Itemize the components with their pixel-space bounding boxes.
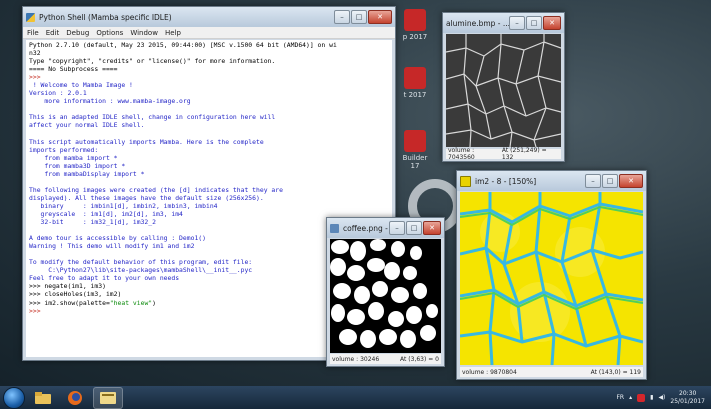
grain-image xyxy=(446,34,561,147)
volume-icon[interactable]: ◀) xyxy=(658,394,665,401)
menu-bar: File Edit Debug Options Window Help xyxy=(23,27,395,39)
shell-line: imports performed: xyxy=(29,145,99,154)
im2-image[interactable] xyxy=(460,192,643,365)
tray-expand-icon[interactable]: ▴ xyxy=(629,394,632,401)
alumine-image[interactable] xyxy=(446,34,561,147)
shell-line: from mamba import * xyxy=(29,153,118,162)
menu-window[interactable]: Window xyxy=(130,29,158,37)
acrobat-icon xyxy=(404,67,426,89)
shell-line: from mamba3D import * xyxy=(29,161,126,170)
beans-image xyxy=(330,239,441,353)
desktop-icon-label: p 2017 xyxy=(402,33,428,41)
coffee-image[interactable] xyxy=(330,239,441,353)
image-icon xyxy=(330,223,339,233)
firefox-icon xyxy=(68,390,82,405)
shell-line: more information : www.mamba-image.org xyxy=(29,97,191,106)
shell-line: >>> xyxy=(29,73,45,82)
coffee-titlebar[interactable]: coffee.png - 1... – □ ✕ xyxy=(327,218,444,238)
menu-debug[interactable]: Debug xyxy=(66,29,89,37)
desktop-icon[interactable]: p 2017 xyxy=(392,9,438,41)
desktop-icon-label: Builder xyxy=(402,154,428,162)
menu-options[interactable]: Options xyxy=(96,29,123,37)
coffee-statusbar: volume : 30246 At (3,63) = 0 xyxy=(330,354,441,364)
idle-icon xyxy=(100,391,116,404)
python-icon xyxy=(26,12,35,22)
minimize-button[interactable]: – xyxy=(509,16,525,30)
clock-date: 25/01/2017 xyxy=(670,397,705,405)
shell-line: from mambaDisplay import * xyxy=(29,169,145,178)
window-title: Python Shell (Mamba specific IDLE) xyxy=(39,12,172,22)
shell-line: This is an adapted IDLE shell, change in… xyxy=(29,113,276,122)
builder-icon xyxy=(404,130,426,152)
shell-line: This script automatically imports Mamba.… xyxy=(29,137,264,146)
close-button[interactable]: ✕ xyxy=(543,16,561,30)
status-volume: volume : 30246 xyxy=(332,355,380,363)
window-title: im2 - 8 - [150%] xyxy=(475,176,537,186)
status-volume: volume : 7043560 xyxy=(448,147,475,161)
window-title: coffee.png - 1... xyxy=(343,223,389,233)
taskbar-firefox[interactable] xyxy=(61,388,89,408)
status-volume: volume : 9870804 xyxy=(462,368,517,376)
menu-file[interactable]: File xyxy=(27,29,39,37)
language-indicator[interactable]: FR xyxy=(616,394,624,401)
network-icon[interactable]: ▮ xyxy=(650,394,653,401)
clock[interactable]: 20:30 25/01/2017 xyxy=(670,390,705,405)
status-pixel: At (143,0) = 119 xyxy=(590,368,641,376)
desktop-icon-label: t 2017 xyxy=(403,91,427,99)
menu-edit[interactable]: Edit xyxy=(46,29,60,37)
shell-line: displayed). All these images have the de… xyxy=(29,193,264,202)
shell-line: affect your normal IDLE shell. xyxy=(29,121,145,130)
minimize-button[interactable]: – xyxy=(585,174,601,188)
tray-app-icon[interactable] xyxy=(637,393,646,402)
close-button[interactable]: ✕ xyxy=(368,10,392,24)
folder-icon xyxy=(35,391,51,404)
maximize-button[interactable]: □ xyxy=(526,16,542,30)
shell-line: ! Welcome to Mamba Image ! xyxy=(29,81,133,90)
alumine-image-window[interactable]: alumine.bmp - ... – □ ✕ volume : 7043560 xyxy=(442,12,565,162)
shell-line: Type "copyright", "credits" or "license(… xyxy=(29,57,276,66)
desktop-icon[interactable]: Builder 17 xyxy=(392,130,438,170)
minimize-button[interactable]: – xyxy=(389,221,405,235)
close-button[interactable]: ✕ xyxy=(423,221,441,235)
window-title: alumine.bmp - ... xyxy=(446,18,509,28)
status-pixel: At (3,63) = 0 xyxy=(400,355,439,363)
shell-line: Python 2.7.10 (default, May 23 2015, 09:… xyxy=(29,41,337,49)
menu-help[interactable]: Help xyxy=(165,29,181,37)
clock-time: 20:30 xyxy=(679,390,697,397)
desktop-icon-label: 17 xyxy=(410,162,420,170)
acrobat-icon xyxy=(404,9,426,31)
desktop-icon[interactable]: t 2017 xyxy=(392,67,438,99)
system-tray: FR ▴ ▮ ◀) 20:30 25/01/2017 xyxy=(616,390,711,405)
shell-line: The following images were created (the [… xyxy=(29,185,283,194)
shell-line: ==== No Subprocess ==== xyxy=(29,65,118,74)
maximize-button[interactable]: □ xyxy=(602,174,618,188)
maximize-button[interactable]: □ xyxy=(406,221,422,235)
palette-icon xyxy=(460,175,471,187)
alumine-titlebar[interactable]: alumine.bmp - ... – □ ✕ xyxy=(443,13,564,33)
close-button[interactable]: ✕ xyxy=(619,174,643,188)
maximize-button[interactable]: □ xyxy=(351,10,367,24)
taskbar-idle[interactable] xyxy=(93,386,123,409)
status-pixel: At (251,249) = 132 xyxy=(501,147,547,161)
coffee-image-window[interactable]: coffee.png - 1... – □ ✕ xyxy=(326,217,445,367)
shell-line: Version : 2.0.1 xyxy=(29,89,87,98)
taskbar-explorer[interactable] xyxy=(29,388,57,408)
alumine-statusbar: volume : 7043560 At (251,249) = 132 xyxy=(446,147,561,161)
im2-image-window[interactable]: im2 - 8 - [150%] – □ ✕ volume: 9870804 … xyxy=(456,170,647,380)
idle-titlebar[interactable]: Python Shell (Mamba specific IDLE) – □ ✕ xyxy=(23,7,395,27)
start-button[interactable] xyxy=(3,386,25,409)
minimize-button[interactable]: – xyxy=(334,10,350,24)
string-literal: "heat view" xyxy=(109,298,153,307)
im2-statusbar: volume : 9870804 At (143,0) = 119 xyxy=(460,367,643,377)
taskbar: FR ▴ ▮ ◀) 20:30 25/01/2017 xyxy=(0,386,711,409)
im2-titlebar[interactable]: im2 - 8 - [150%] – □ ✕ xyxy=(457,171,646,191)
shell-line: binary : imbin1[d], imbin2, imbin3, imbi… xyxy=(29,201,218,210)
shell-line: n32 xyxy=(29,49,41,58)
heat-view-image xyxy=(460,192,643,365)
